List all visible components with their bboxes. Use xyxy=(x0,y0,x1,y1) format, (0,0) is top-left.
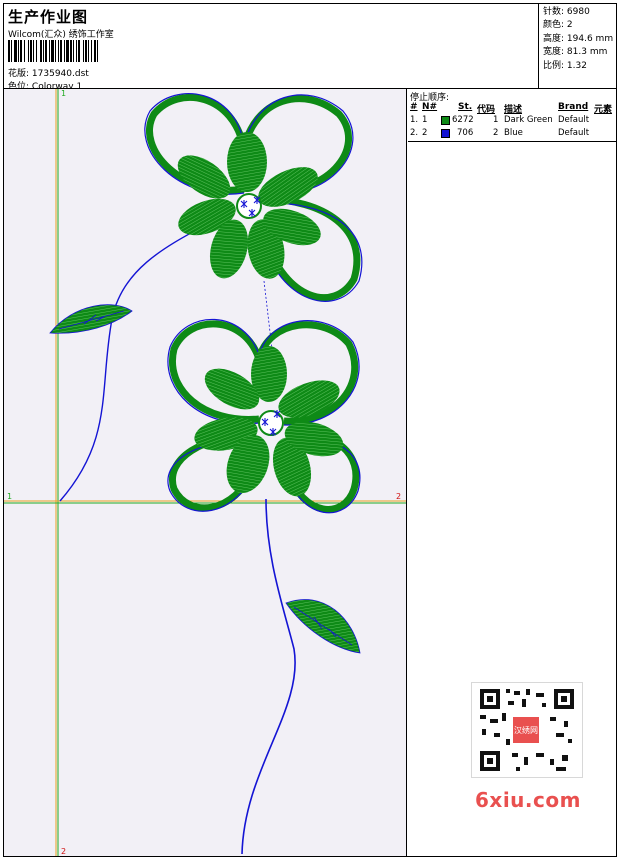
company-name: Wilcom(汇众) 绣饰工作室 xyxy=(8,30,114,40)
stop-sequence-panel: 停止顺序: # N# St. 代码 描述 Brand 元素 1. 1 6272 … xyxy=(408,89,616,141)
stat-width: 宽度: 81.3 mm xyxy=(543,47,608,58)
stat-scale: 比例: 1.32 xyxy=(543,60,587,71)
stat-height: 高度: 194.6 mm xyxy=(543,33,614,44)
header-info: 生产作业图 Wilcom(汇众) 绣饰工作室 花版: 1735940.dst 色… xyxy=(4,4,538,92)
embroidery-preview: 1 2 1 2 xyxy=(4,89,406,856)
upper-leaf xyxy=(49,304,133,334)
guide-label-h-left: 1 xyxy=(7,492,12,501)
guide-label-v-top: 1 xyxy=(61,89,66,98)
barcode xyxy=(8,40,98,62)
col-code: 代码 xyxy=(477,105,496,115)
panel-divider xyxy=(406,89,407,856)
design-stats: 针数: 6980 颜色: 2 高度: 194.6 mm 宽度: 81.3 mm … xyxy=(538,4,617,88)
qr-logo-text: 汉绣网 xyxy=(514,725,538,735)
stop-row[interactable]: 1. 1 6272 1 Dark Green Default xyxy=(408,115,616,127)
watermark-logo: 6xiu.com xyxy=(475,788,581,812)
stop-row[interactable]: 2. 2 706 2 Blue Default xyxy=(408,128,616,140)
stop-sequence-header: # N# St. 代码 描述 Brand 元素 xyxy=(408,102,616,115)
design-file: 花版: 1735940.dst xyxy=(8,66,89,79)
stat-stitches: 针数: 6980 xyxy=(543,7,590,17)
col-desc: 描述 xyxy=(504,105,523,115)
col-brand: Brand xyxy=(558,102,589,112)
design-label: 花版: xyxy=(8,69,30,79)
lower-leaf xyxy=(285,599,361,654)
guide-label-h-right: 2 xyxy=(396,492,401,501)
stat-colors: 颜色: 2 xyxy=(543,20,573,31)
page-title: 生产作业图 xyxy=(8,8,89,26)
lower-stem xyxy=(241,498,296,855)
qr-code: 汉绣网 xyxy=(471,682,583,778)
col-elements: 元素 xyxy=(594,105,613,115)
design-value: 1735940.dst xyxy=(31,69,89,79)
col-stitches: St. xyxy=(458,102,473,112)
qr-code-image: 汉绣网 xyxy=(480,689,574,771)
stop-sequence-divider xyxy=(408,141,617,142)
color-swatch-blue xyxy=(441,129,450,138)
col-n: N# xyxy=(422,102,438,112)
color-swatch-green xyxy=(441,116,450,125)
design-canvas[interactable]: 1 2 1 2 xyxy=(4,89,406,856)
guide-label-v-bottom: 2 xyxy=(61,847,66,856)
upper-stem xyxy=(59,208,235,502)
col-hash: # xyxy=(410,102,418,112)
